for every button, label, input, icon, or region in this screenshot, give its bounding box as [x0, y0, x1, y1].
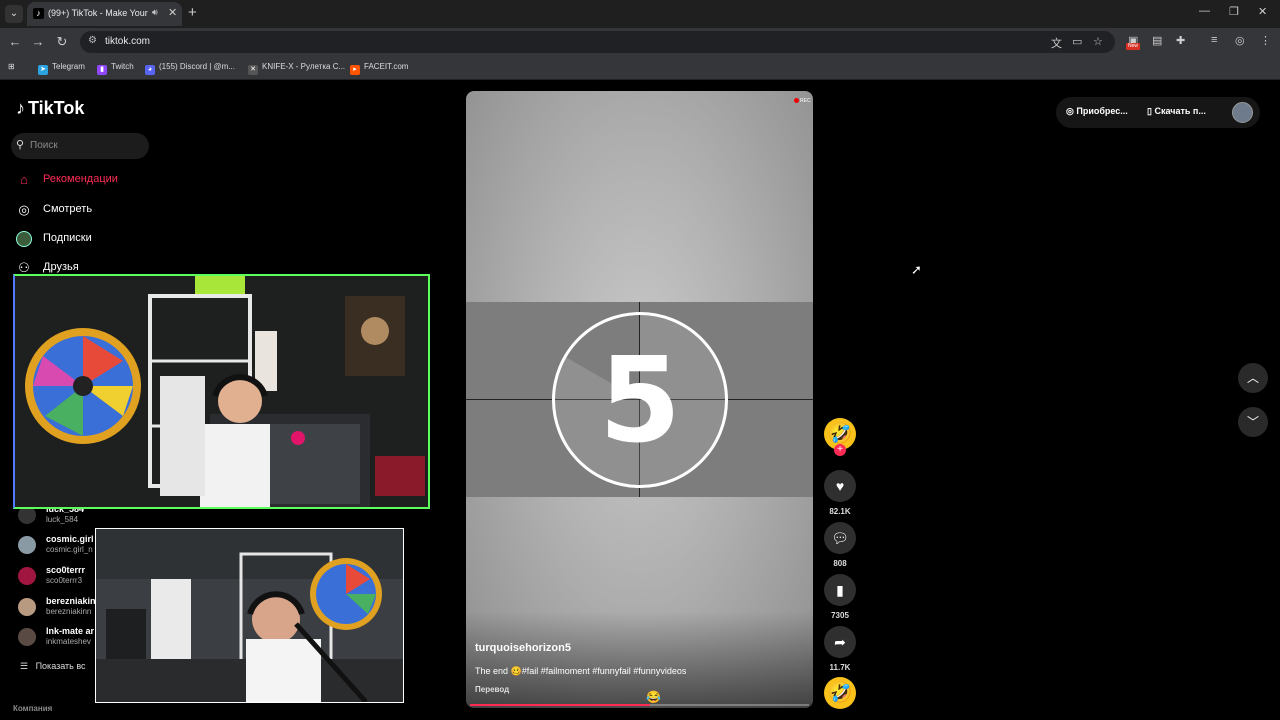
suggested-account[interactable]: berezniakin berezniakinn — [18, 596, 98, 620]
suggested-account[interactable]: sco0terrr sco0terrr3 — [18, 565, 98, 589]
cast-icon[interactable]: ▭ — [1072, 35, 1082, 48]
menu-dots-icon[interactable]: ⋮ — [1260, 34, 1271, 47]
mouse-cursor-icon: ➚ — [911, 262, 922, 277]
site-info-icon[interactable]: ⚙ — [88, 35, 97, 46]
avatar — [18, 628, 36, 646]
comment-count: 808 — [833, 559, 847, 568]
video-progress-fill — [470, 704, 650, 706]
tiktok-page: ♪ TikTok ⚲ Поиск ⌂ Рекомендации ◎ Смотрет… — [0, 80, 1280, 720]
chevron-down-icon: ﹀ — [1246, 415, 1259, 429]
search-input[interactable]: ⚲ Поиск — [11, 133, 149, 159]
music-disc-icon[interactable]: 🤣 — [824, 677, 856, 709]
new-tab-button[interactable]: + — [188, 4, 197, 21]
translate-icon[interactable]: 文 — [1051, 35, 1062, 51]
bookmark-twitch[interactable]: ▮ Twitch — [97, 62, 134, 75]
bookmark-icon: ▮ — [836, 582, 844, 598]
download-app-button[interactable]: ▯ Скачать п... — [1147, 106, 1206, 117]
bookmarks-bar: ⊞ ➤ Telegram ▮ Twitch ◕ (155) Discord | @m.… — [0, 56, 1280, 80]
rec-indicator: REC — [794, 98, 811, 104]
get-coins-button[interactable]: ◎ Приобрес... — [1066, 106, 1128, 117]
compass-icon: ◎ — [18, 202, 30, 217]
video-bottom-shade — [466, 611, 813, 708]
restore-icon[interactable]: ❐ — [1229, 5, 1239, 18]
follow-plus-icon[interactable]: + — [834, 444, 846, 456]
share-arrow-icon: ➦ — [834, 634, 846, 650]
address-bar[interactable]: ⚙ tiktok.com 文 ▭ ☆ — [80, 31, 1115, 53]
twitch-icon: ▮ — [97, 65, 107, 75]
avatar — [18, 536, 36, 554]
company-link[interactable]: Компания — [13, 704, 52, 713]
comment-icon: 💬︎ — [831, 530, 849, 546]
tab-search-icon[interactable]: ⌄ — [5, 5, 23, 23]
list-icon: ☰ — [20, 661, 36, 671]
telegram-icon: ➤ — [38, 65, 48, 75]
tab-strip: ⌄ ♪ (99+) TikTok - Make Your Day 🔊︎ ✕ + … — [0, 0, 1280, 28]
tiktok-note-icon: ♪ — [16, 98, 25, 118]
video-progress-bar[interactable] — [470, 704, 809, 706]
bookmark-faceit[interactable]: ▸ FACEIT.com — [350, 62, 408, 75]
knife-icon: ✕ — [248, 65, 258, 75]
chevron-up-icon: ︿ — [1246, 371, 1259, 385]
next-video-button[interactable]: ﹀ — [1238, 407, 1268, 437]
minimize-icon[interactable]: — — [1199, 5, 1210, 17]
save-count: 7305 — [831, 611, 849, 620]
bookmark-discord[interactable]: ◕ (155) Discord | @m... — [145, 62, 235, 75]
bookmark-star-icon[interactable]: ☆ — [1093, 35, 1103, 48]
share-button[interactable]: ➦ — [824, 626, 856, 658]
previous-video-button[interactable]: ︿ — [1238, 363, 1268, 393]
window-close-icon[interactable]: ✕ — [1258, 5, 1267, 18]
streamer-room-image — [15, 276, 428, 507]
avatar — [18, 598, 36, 616]
top-right-bar: ◎ Приобрес... ▯ Скачать п... — [1056, 97, 1260, 128]
browser-chrome: ⌄ ♪ (99+) TikTok - Make Your Day 🔊︎ ✕ + … — [0, 0, 1280, 80]
tiktok-favicon-icon: ♪ — [33, 8, 44, 19]
new-badge: New — [1126, 43, 1140, 50]
bookmark-knifex[interactable]: ✕ KNIFE-X - Рулетка С... — [248, 62, 345, 75]
back-icon[interactable]: ← — [7, 34, 23, 49]
extensions-puzzle-icon[interactable]: ✚ — [1176, 34, 1185, 47]
like-count: 82.1K — [829, 507, 851, 516]
discord-icon: ◕ — [145, 65, 155, 75]
home-icon: ⌂ — [20, 172, 28, 187]
url-text: tiktok.com — [105, 36, 151, 47]
webcam-overlay-main — [13, 274, 430, 509]
webcam-overlay-secondary — [95, 528, 404, 703]
toolbar: ← → ↻ ⚙ tiktok.com 文 ▭ ☆ ▣ ▤ ✚ ≡ ◎ ⋮ — [0, 28, 1280, 56]
search-icon: ⚲ — [16, 139, 25, 151]
reload-icon[interactable]: ↻ — [54, 34, 70, 50]
like-button[interactable]: ♥ — [824, 470, 856, 502]
forward-icon[interactable]: → — [30, 34, 46, 49]
bookmark-telegram[interactable]: ➤ Telegram — [38, 62, 85, 75]
coin-icon: ◎ — [1066, 106, 1077, 116]
comment-button[interactable]: 💬︎ — [824, 522, 856, 554]
tab-tiktok[interactable]: ♪ (99+) TikTok - Make Your Day 🔊︎ ✕ — [27, 2, 182, 26]
tab-title: (99+) TikTok - Make Your Day — [48, 8, 148, 18]
profile-avatar[interactable] — [1232, 102, 1253, 123]
share-count: 11.7K — [829, 663, 851, 672]
video-player[interactable]: 5 REC turquoisehorizon5 The end 🥴#fail #… — [466, 91, 813, 708]
suggested-account[interactable]: Ink-mate ar inkmateshev — [18, 626, 98, 650]
countdown-number: 5 — [598, 331, 682, 469]
speaker-icon[interactable]: 🔊︎ — [152, 7, 158, 18]
suggested-account[interactable]: cosmic.girl cosmic.girl_n — [18, 534, 98, 558]
media-controls-icon[interactable]: ≡ — [1211, 34, 1217, 46]
tiktok-logo[interactable]: ♪ TikTok — [16, 98, 84, 119]
apps-icon[interactable]: ⊞ — [8, 62, 15, 71]
extension-2-icon[interactable]: ▤ — [1152, 34, 1162, 47]
video-caption[interactable]: The end 🥴#fail #failmoment #funnyfail #f… — [475, 666, 686, 677]
laughing-emoji-icon: 😂 — [646, 690, 661, 704]
heart-icon: ♥ — [835, 478, 845, 494]
save-button[interactable]: ▮ — [824, 574, 856, 606]
tab-close-icon[interactable]: ✕ — [168, 6, 177, 19]
show-more-button[interactable]: ☰ Показать вс — [20, 661, 86, 672]
translate-button[interactable]: Перевод — [475, 685, 509, 694]
video-author[interactable]: turquoisehorizon5 — [475, 642, 571, 654]
search-placeholder: Поиск — [30, 140, 58, 151]
following-icon — [16, 231, 32, 247]
avatar — [18, 567, 36, 585]
streamer-side-image — [96, 529, 403, 702]
faceit-icon: ▸ — [350, 65, 360, 75]
profile-icon[interactable]: ◎ — [1235, 34, 1245, 47]
